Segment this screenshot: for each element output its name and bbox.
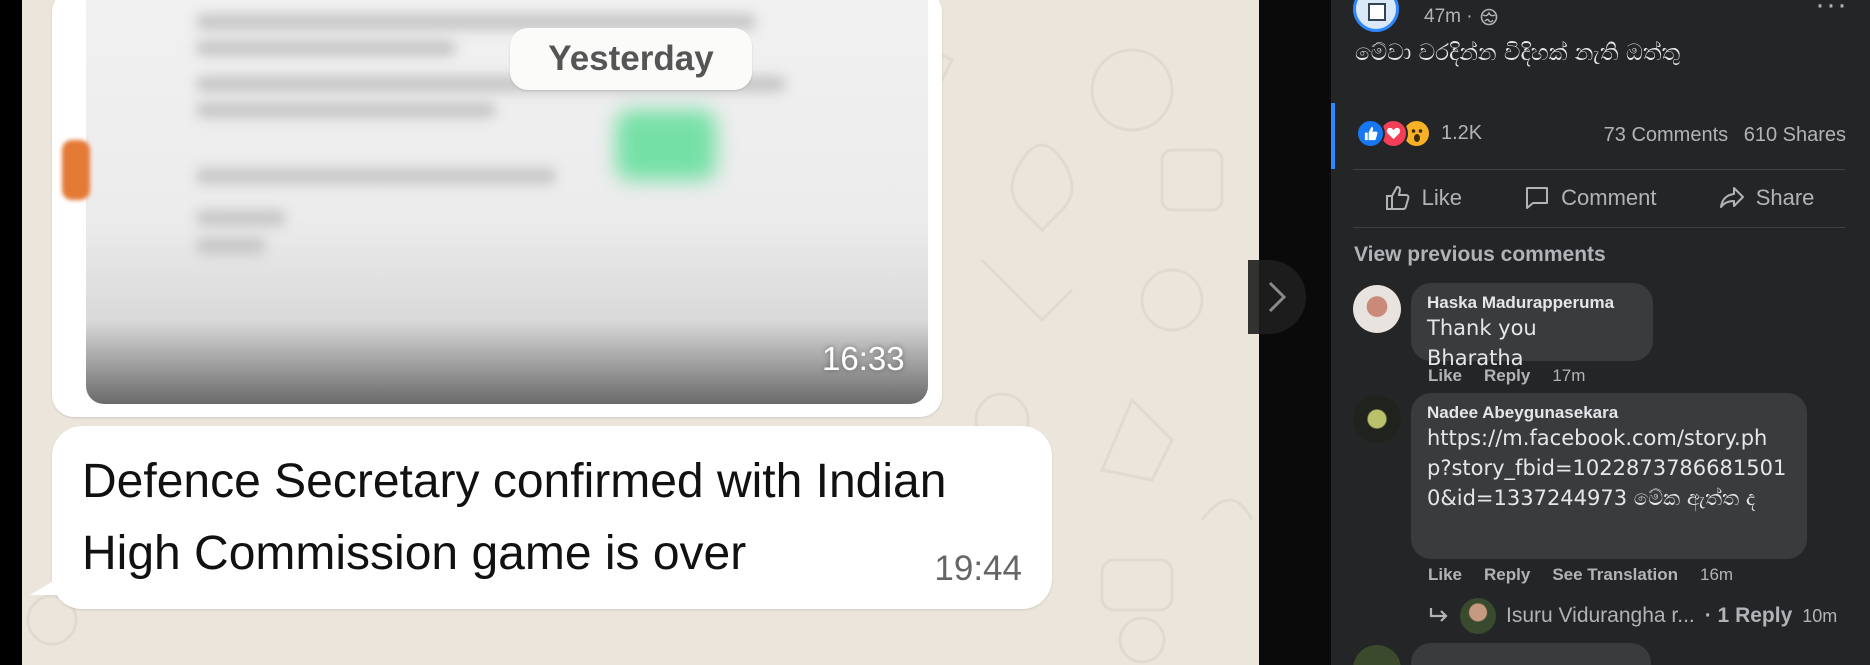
text-message-bubble[interactable]: Defence Secretary confirmed with Indian …: [30, 426, 1052, 609]
share-icon: [1719, 187, 1744, 208]
message-text: Defence Secretary confirmed with Indian …: [82, 455, 947, 580]
commenter-avatar[interactable]: [1353, 395, 1401, 443]
reply-arrow-icon: [1429, 608, 1448, 622]
blurred-thumbnail-edge: [62, 140, 90, 200]
divider-top: [1353, 169, 1845, 170]
post-meta: 47m ·: [1424, 6, 1498, 28]
commenter-avatar[interactable]: [1353, 285, 1401, 333]
comment-like-button[interactable]: Like: [1428, 366, 1462, 386]
page-avatar[interactable]: [1353, 0, 1399, 32]
comment-button[interactable]: Comment: [1523, 184, 1657, 212]
commenter-avatar[interactable]: [1353, 645, 1401, 665]
reply-author-name[interactable]: Isuru Vidurangha r...: [1506, 604, 1695, 628]
date-divider: Yesterday: [510, 28, 752, 90]
comment-bubble: Nadee Abeygunasekara https://m.facebook.…: [1411, 393, 1807, 559]
post-time[interactable]: 47m: [1424, 6, 1461, 27]
like-label: Like: [1421, 185, 1462, 210]
comment-label: Comment: [1561, 185, 1657, 210]
reply-time: 10m: [1802, 605, 1838, 626]
share-label: Share: [1755, 185, 1815, 210]
chat-screenshot: 16:33 Yesterday Defence Secretary confir…: [22, 0, 1259, 665]
reply-count[interactable]: · 1 Reply: [1705, 604, 1793, 628]
commenter-name[interactable]: Nadee Abeygunasekara: [1427, 403, 1791, 423]
engagement-counts: 73 Comments 610 Shares: [1604, 124, 1846, 147]
comment-bubble-partial: [1411, 643, 1651, 665]
reply-preview[interactable]: Isuru Vidurangha r... · 1 Reply 10m: [1428, 598, 1837, 634]
more-options-icon[interactable]: ···: [1815, 0, 1848, 22]
comment-bubble: Haska Madurapperuma Thank you Bharatha: [1411, 283, 1653, 370]
comment-text[interactable]: https://m.facebook.com/story.php?story_f…: [1427, 423, 1791, 513]
comment-like-button[interactable]: Like: [1428, 565, 1462, 585]
image-message-time: 16:33: [822, 340, 905, 377]
reactions-summary[interactable]: 1.2K: [1356, 119, 1482, 148]
globe-icon: [1480, 8, 1498, 26]
share-button[interactable]: Share: [1718, 184, 1815, 212]
facebook-post-panel: 47m · ··· මේවා වරදින්න විදිහක් නැති ඔත්ත…: [1331, 0, 1870, 665]
comment-reply-button[interactable]: Reply: [1484, 565, 1530, 585]
reply-avatar[interactable]: [1460, 598, 1496, 634]
comment-time[interactable]: 17m: [1552, 366, 1585, 386]
image-message-bubble[interactable]: 16:33: [52, 0, 942, 417]
post-actions: Like Comment Share: [1353, 171, 1845, 225]
view-previous-comments-link[interactable]: View previous comments: [1354, 243, 1606, 267]
message-time: 19:44: [934, 549, 1022, 588]
reaction-count: 1.2K: [1441, 122, 1483, 144]
commenter-name[interactable]: Haska Madurapperuma: [1427, 293, 1637, 313]
like-button[interactable]: Like: [1384, 184, 1462, 212]
comment-actions: Like Reply See Translation 16m: [1428, 565, 1733, 585]
comment-icon: [1526, 187, 1549, 209]
comment-time[interactable]: 16m: [1700, 565, 1733, 585]
focus-accent-bar: [1331, 103, 1335, 169]
comment-reply-button[interactable]: Reply: [1484, 366, 1530, 386]
post-text: මේවා වරදින්න විදිහක් නැති ඔත්තු: [1355, 40, 1681, 66]
chevron-right-icon: [1268, 281, 1287, 313]
shares-count[interactable]: 610 Shares: [1744, 124, 1846, 146]
divider-bottom: [1353, 227, 1845, 228]
like-reaction-icon: [1356, 119, 1385, 148]
thumbs-up-icon: [1385, 185, 1410, 210]
comments-count[interactable]: 73 Comments: [1604, 124, 1729, 146]
bubble-tail: [30, 577, 60, 595]
see-translation-button[interactable]: See Translation: [1552, 565, 1678, 585]
blurred-photo[interactable]: [86, 0, 928, 404]
comment-text: Thank you Bharatha: [1427, 316, 1537, 370]
comment-actions: Like Reply 17m: [1428, 366, 1585, 386]
meta-separator: ·: [1466, 6, 1473, 27]
